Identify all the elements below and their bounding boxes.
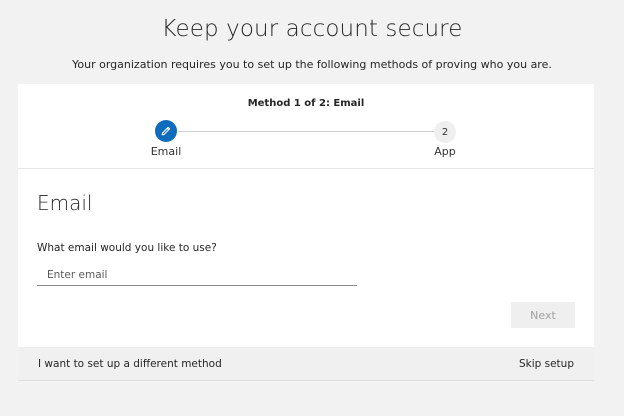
progress-line xyxy=(178,131,434,132)
email-field-label: What email would you like to use? xyxy=(37,242,217,254)
next-button[interactable]: Next xyxy=(511,302,575,328)
skip-setup-link[interactable]: Skip setup xyxy=(519,358,574,370)
section-title: Email xyxy=(37,191,93,215)
progress-header: Method 1 of 2: Email Email 2 App xyxy=(18,84,594,169)
step-email-label: Email xyxy=(150,145,182,158)
different-method-link[interactable]: I want to set up a different method xyxy=(38,358,222,370)
step-app-indicator: 2 xyxy=(434,121,456,143)
setup-card: Method 1 of 2: Email Email 2 App Email W… xyxy=(18,84,594,381)
email-input[interactable] xyxy=(37,264,357,286)
step-email-indicator xyxy=(155,120,177,142)
page-title: Keep your account secure xyxy=(161,16,463,42)
card-footer: I want to set up a different method Skip… xyxy=(18,347,594,381)
method-label: Method 1 of 2: Email xyxy=(247,98,365,109)
step-app-label: App xyxy=(434,145,456,158)
page-subtitle: Your organization requires you to set up… xyxy=(72,58,552,71)
pencil-icon xyxy=(160,122,172,141)
